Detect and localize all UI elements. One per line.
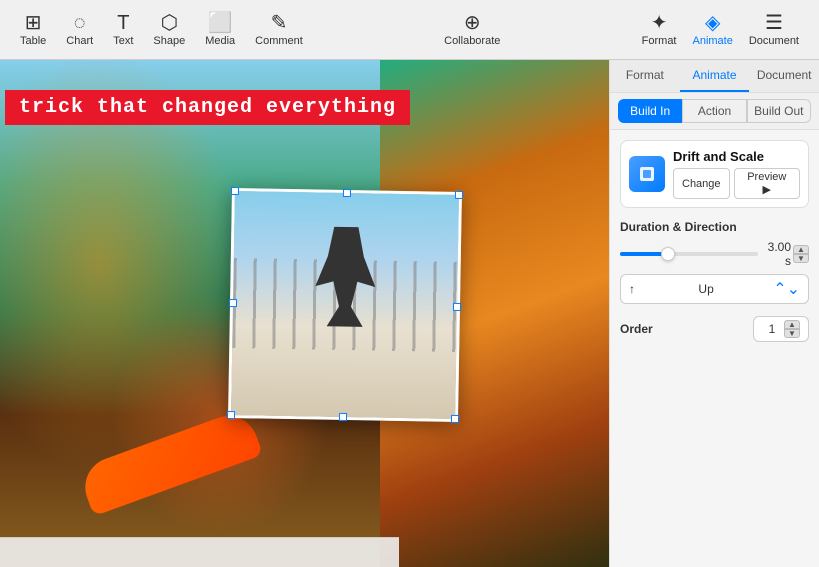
toolbar-table[interactable]: ⊞ Table [20,13,46,47]
chart-icon: ◌ [74,13,86,33]
toolbar-chart[interactable]: ◌ Chart [66,13,93,47]
animation-info: Drift and Scale Change Preview ▶ [673,149,800,199]
direction-select[interactable]: ↑ Up ⌃⌄ [620,274,809,304]
right-panel: Format Animate Document Build In Action … [609,60,819,567]
animation-buttons: Change Preview ▶ [673,168,800,199]
photo-content [231,191,459,419]
subtab-action[interactable]: Action [682,99,746,123]
animation-icon [629,156,665,192]
order-value-box: 1 ▲ ▼ [753,316,809,342]
bottom-strip [0,537,399,567]
chevron-down-icon: ⌃⌄ [773,279,800,299]
selection-handle-tm[interactable] [343,189,351,197]
change-animation-button[interactable]: Change [673,168,730,199]
title-text: trick that changed everything [19,96,396,119]
shape-icon: ⬡ [161,13,178,33]
direction-arrow-up-icon: ↑ [629,282,635,296]
toolbar-right: ✦ Format ◈ Animate ☰ Document [642,13,799,47]
duration-slider-row: 3.00 s ▲ ▼ [620,240,809,268]
toolbar-document[interactable]: ☰ Document [749,13,799,47]
panel-content: Drift and Scale Change Preview ▶ Duratio… [610,130,819,352]
toolbar-chart-label: Chart [66,35,93,47]
duration-section: Duration & Direction 3.00 s ▲ ▼ [620,220,809,304]
toolbar-media-label: Media [205,35,235,47]
animate-subtabs: Build In Action Build Out [610,93,819,130]
duration-stepper: ▲ ▼ [793,245,809,263]
toolbar-comment-label: Comment [255,35,303,47]
toolbar: ⊞ Table ◌ Chart T Text ⬡ Shape ⬜ Media ✎… [0,0,819,60]
subtab-build-in[interactable]: Build In [618,99,682,123]
panel-tabs: Format Animate Document [610,60,819,93]
table-icon: ⊞ [25,13,42,33]
toolbar-text[interactable]: T Text [113,13,133,47]
selection-handle-tl[interactable] [231,187,239,195]
selection-handle-bl[interactable] [227,411,235,419]
toolbar-collaborate[interactable]: ⊕ Collaborate [444,13,500,47]
order-decrement[interactable]: ▼ [784,329,800,338]
duration-slider[interactable] [620,252,758,256]
slide-title[interactable]: trick that changed everything [5,90,410,125]
selection-handle-ml[interactable] [229,299,237,307]
selection-handle-bm[interactable] [339,413,347,421]
selection-handle-br[interactable] [451,415,459,423]
comment-icon: ✎ [271,13,288,33]
toolbar-left: ⊞ Table ◌ Chart T Text ⬡ Shape ⬜ Media ✎… [20,13,303,47]
direction-label: Up [698,282,713,296]
photo-element[interactable] [228,188,462,422]
media-icon: ⬜ [208,13,233,33]
selection-handle-tr[interactable] [455,191,463,199]
duration-label: Duration & Direction [620,220,809,234]
order-value: 1 [762,322,782,336]
tab-format[interactable]: Format [610,60,680,92]
collaborate-icon: ⊕ [464,13,481,33]
selection-handle-mr[interactable] [453,303,461,311]
toolbar-animate[interactable]: ◈ Animate [693,13,733,47]
toolbar-document-label: Document [749,35,799,47]
text-icon: T [117,13,129,33]
toolbar-collaborate-label: Collaborate [444,35,500,47]
order-stepper: ▲ ▼ [784,320,800,338]
duration-value-display: 3.00 s ▲ ▼ [764,240,809,268]
toolbar-text-label: Text [113,35,133,47]
subtab-build-out[interactable]: Build Out [747,99,811,123]
toolbar-animate-label: Animate [693,35,733,47]
document-icon: ☰ [765,13,783,33]
toolbar-table-label: Table [20,35,46,47]
toolbar-shape-label: Shape [153,35,185,47]
duration-increment[interactable]: ▲ [793,245,809,254]
animate-icon: ◈ [705,13,720,33]
format-icon: ✦ [651,13,668,33]
canvas[interactable]: trick that changed everything [0,60,609,567]
toolbar-format[interactable]: ✦ Format [642,13,677,47]
toolbar-format-label: Format [642,35,677,47]
toolbar-comment[interactable]: ✎ Comment [255,13,303,47]
toolbar-center: ⊕ Collaborate [444,13,500,47]
order-increment[interactable]: ▲ [784,320,800,329]
order-section: Order 1 ▲ ▼ [620,316,809,342]
preview-animation-button[interactable]: Preview ▶ [734,168,800,199]
toolbar-shape[interactable]: ⬡ Shape [153,13,185,47]
toolbar-media[interactable]: ⬜ Media [205,13,235,47]
tab-document[interactable]: Document [749,60,819,92]
tab-animate[interactable]: Animate [680,60,750,92]
order-label: Order [620,322,653,336]
duration-decrement[interactable]: ▼ [793,254,809,263]
animation-name: Drift and Scale [673,149,800,164]
slider-thumb[interactable] [661,247,675,261]
main-area: trick that changed everything Format [0,60,819,567]
animation-card: Drift and Scale Change Preview ▶ [620,140,809,208]
